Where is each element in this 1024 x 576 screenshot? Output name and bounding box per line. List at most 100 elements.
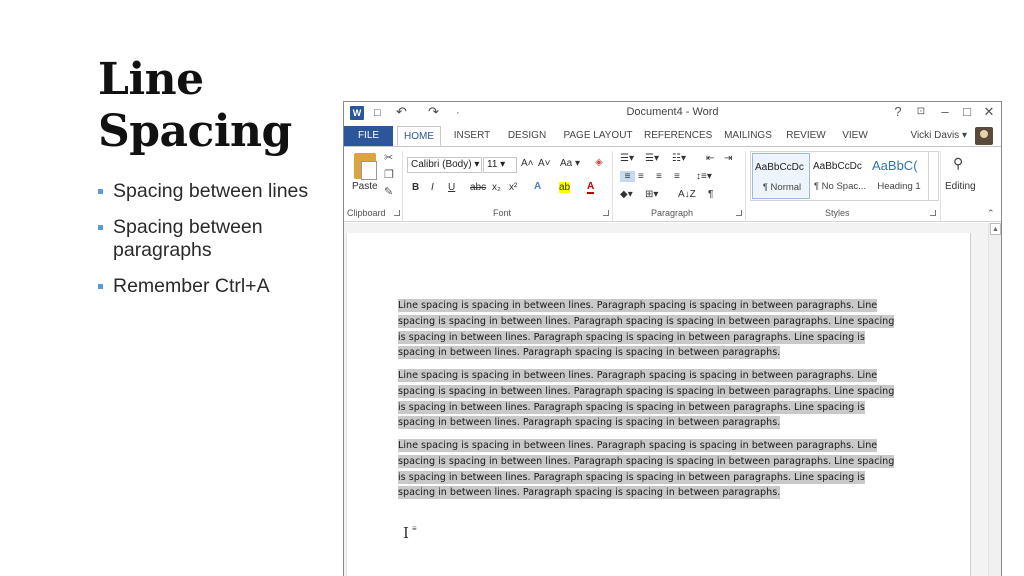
- styles-gallery: AaBbCcDc ¶ Normal AaBbCcDc ¶ No Spac... …: [750, 151, 929, 201]
- style-sample: AaBbCcDc: [813, 161, 862, 172]
- title-bar: W □ ↶ ↷ · Document4 - Word ? ⊡ – □ ✕: [344, 102, 1001, 126]
- style-normal[interactable]: AaBbCcDc ¶ Normal: [752, 153, 810, 199]
- superscript-button[interactable]: x²: [509, 182, 517, 193]
- format-painter-icon[interactable]: ✎: [384, 185, 393, 198]
- collapse-ribbon-icon[interactable]: ⌃: [987, 208, 995, 219]
- align-left-icon[interactable]: ≡: [620, 171, 635, 182]
- shrink-font-button[interactable]: A˅: [538, 158, 551, 169]
- decrease-indent-icon[interactable]: ⇤: [706, 153, 714, 164]
- scroll-up-icon[interactable]: ▲: [990, 223, 1001, 235]
- style-heading-1[interactable]: AaBbC( Heading 1: [870, 153, 928, 199]
- slide-title-line2: Spacing: [98, 106, 292, 157]
- underline-button[interactable]: U: [448, 182, 455, 193]
- highlight-button[interactable]: ab: [559, 182, 571, 193]
- close-icon[interactable]: ✕: [980, 104, 998, 120]
- avatar[interactable]: [975, 127, 993, 145]
- italic-button[interactable]: I: [431, 182, 434, 193]
- borders-icon[interactable]: ⊞▾: [645, 189, 658, 200]
- ribbon-display-icon[interactable]: ⊡: [912, 106, 930, 117]
- tab-mailings[interactable]: MAILINGS: [722, 126, 774, 146]
- style-sample: AaBbCcDc: [755, 162, 804, 173]
- shading-icon[interactable]: ◆▾: [620, 189, 633, 200]
- copy-icon[interactable]: ❐: [384, 168, 394, 181]
- help-icon[interactable]: ?: [889, 104, 907, 119]
- ribbon-tabs: FILE HOME INSERT DESIGN PAGE LAYOUT REFE…: [344, 126, 1001, 146]
- vertical-scrollbar[interactable]: ▲: [988, 223, 1001, 576]
- bullet-icon: [98, 225, 103, 230]
- font-launcher-icon[interactable]: [603, 210, 609, 216]
- editing-button[interactable]: Editing: [945, 181, 976, 192]
- style-name: ¶ No Spac...: [813, 181, 867, 192]
- tab-file[interactable]: FILE: [344, 126, 393, 146]
- clear-formatting-icon[interactable]: ◈: [595, 157, 603, 168]
- group-label-clipboard: Clipboard: [347, 208, 386, 218]
- group-label-paragraph: Paragraph: [651, 208, 694, 218]
- sort-icon[interactable]: A↓Z: [678, 189, 696, 200]
- styles-scroll[interactable]: [929, 151, 939, 201]
- bullet-list: Spacing between lines Spacing between pa…: [98, 180, 338, 311]
- styles-launcher-icon[interactable]: [930, 210, 936, 216]
- strikethrough-button[interactable]: abc: [470, 182, 486, 193]
- font-size-combo[interactable]: 11 ▾: [483, 157, 517, 173]
- justify-icon[interactable]: ≡: [674, 171, 680, 182]
- group-divider: [745, 151, 746, 221]
- document-page[interactable]: Line spacing is spacing in between lines…: [346, 233, 971, 576]
- numbering-icon[interactable]: ☰▾: [645, 153, 659, 164]
- document-paragraph[interactable]: Line spacing is spacing in between lines…: [398, 368, 896, 431]
- show-formatting-icon[interactable]: ¶: [708, 189, 713, 200]
- clipboard-launcher-icon[interactable]: [394, 210, 400, 216]
- group-divider: [612, 151, 613, 221]
- tab-references[interactable]: REFERENCES: [644, 126, 712, 146]
- tab-insert[interactable]: INSERT: [450, 126, 494, 146]
- paste-icon[interactable]: [354, 153, 377, 180]
- paste-button[interactable]: Paste: [352, 181, 378, 192]
- user-name[interactable]: Vicki Davis ▾: [910, 126, 967, 146]
- align-right-icon[interactable]: ≡: [656, 171, 662, 182]
- word-window: W □ ↶ ↷ · Document4 - Word ? ⊡ – □ ✕ FIL…: [343, 101, 1002, 576]
- subscript-button[interactable]: x₂: [492, 182, 501, 193]
- grow-font-button[interactable]: A˄: [521, 158, 534, 169]
- font-name-combo[interactable]: Calibri (Body) ▾: [407, 157, 482, 173]
- document-paragraph[interactable]: Line spacing is spacing in between lines…: [398, 438, 896, 501]
- bullet-text: Spacing between paragraphs: [113, 216, 263, 261]
- paragraph-mark-icon: ≡: [412, 524, 417, 533]
- group-label-styles: Styles: [825, 208, 850, 218]
- ribbon-home: Paste ✂ ❐ ✎ Clipboard Calibri (Body) ▾ 1…: [344, 146, 1001, 222]
- text-effects-button[interactable]: A: [534, 181, 541, 192]
- style-sample: AaBbC(: [872, 158, 918, 173]
- bullet-text: Remember Ctrl+A: [113, 275, 270, 297]
- tab-view[interactable]: VIEW: [838, 126, 872, 146]
- slide-title-line1: Line: [98, 54, 204, 105]
- bullets-icon[interactable]: ☰▾: [620, 153, 634, 164]
- change-case-button[interactable]: Aa ▾: [560, 158, 580, 169]
- cut-icon[interactable]: ✂: [384, 151, 393, 164]
- group-divider: [402, 151, 403, 221]
- style-name: Heading 1: [877, 181, 921, 192]
- bullet-text: Spacing between lines: [113, 180, 309, 202]
- tab-home[interactable]: HOME: [397, 126, 441, 146]
- paragraph-launcher-icon[interactable]: [736, 210, 742, 216]
- binoculars-icon[interactable]: ⚲: [953, 155, 963, 172]
- font-color-button[interactable]: A: [587, 181, 595, 194]
- document-area: Line spacing is spacing in between lines…: [344, 223, 1001, 576]
- bullet-item: Remember Ctrl+A: [98, 275, 338, 298]
- bullet-icon: [98, 284, 103, 289]
- restore-icon[interactable]: □: [958, 104, 976, 119]
- tab-review[interactable]: REVIEW: [784, 126, 828, 146]
- style-no-spacing[interactable]: AaBbCcDc ¶ No Spac...: [811, 153, 869, 199]
- tab-design[interactable]: DESIGN: [505, 126, 549, 146]
- tab-page-layout[interactable]: PAGE LAYOUT: [562, 126, 634, 146]
- line-spacing-icon[interactable]: ↕≡▾: [696, 171, 712, 182]
- align-center-icon[interactable]: ≡: [638, 171, 644, 182]
- bullet-item: Spacing between lines: [98, 180, 338, 203]
- multilevel-list-icon[interactable]: ☷▾: [672, 153, 686, 164]
- document-paragraph[interactable]: Line spacing is spacing in between lines…: [398, 298, 896, 361]
- bullet-icon: [98, 189, 103, 194]
- text-cursor-icon: I: [403, 524, 409, 542]
- slide-title: Line Spacing: [98, 54, 338, 158]
- group-label-font: Font: [493, 208, 512, 218]
- bullet-item: Spacing between paragraphs: [98, 216, 338, 262]
- bold-button[interactable]: B: [412, 182, 419, 193]
- increase-indent-icon[interactable]: ⇥: [724, 153, 732, 164]
- minimize-icon[interactable]: –: [936, 104, 954, 119]
